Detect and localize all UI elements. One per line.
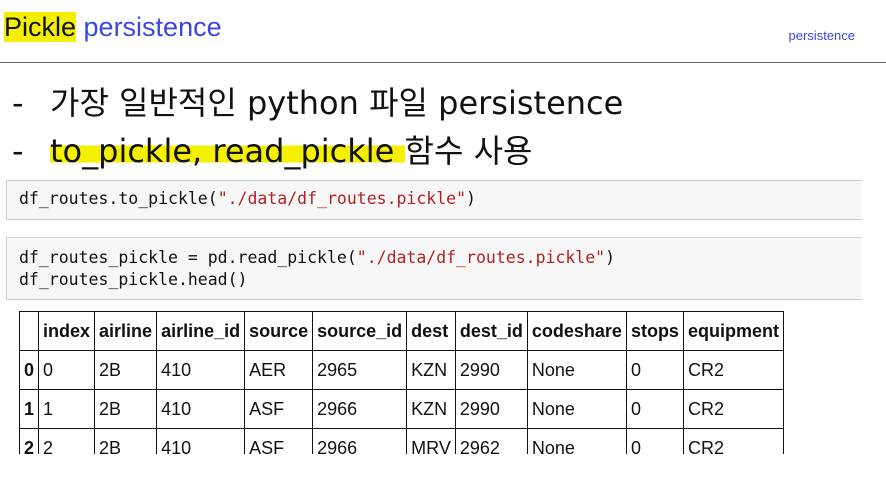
column-header: stops: [625, 311, 684, 351]
table-cell: 2B: [94, 389, 158, 429]
dataframe-output: index airline airline_id source source_i…: [18, 311, 784, 454]
corner-header: [18, 311, 40, 351]
table-cell: 0: [625, 428, 684, 454]
column-header: codeshare: [526, 311, 627, 351]
table-cell: CR2: [682, 389, 784, 429]
table-cell: 2965: [312, 350, 408, 390]
table-cell: 0: [625, 389, 684, 429]
table-cell: 0: [625, 350, 684, 390]
table-cell: 2962: [454, 428, 528, 454]
table-cell: 2B: [94, 428, 158, 454]
table-cell: 410: [156, 428, 246, 454]
column-header: source_id: [312, 311, 408, 351]
table-cell: CR2: [682, 350, 784, 390]
column-header: airline_id: [156, 311, 246, 351]
table-row: 0 0 2B 410 AER 2965 KZN 2990 None 0 CR2: [18, 350, 784, 390]
table-cell: 2990: [454, 350, 528, 390]
table-row: 2 2 2B 410 ASF 2966 MRV 2962 None 0 CR2: [18, 428, 784, 454]
table-cell: None: [526, 389, 627, 429]
column-header: dest_id: [454, 311, 528, 351]
row-index: 0: [18, 350, 40, 390]
table-cell: 0: [38, 350, 96, 390]
table-cell: 2B: [94, 350, 158, 390]
table-cell: 410: [156, 389, 246, 429]
table-cell: ASF: [244, 389, 314, 429]
table-cell: AER: [244, 350, 314, 390]
column-header: source: [244, 311, 314, 351]
column-header: equipment: [682, 311, 784, 351]
table-cell: CR2: [682, 428, 784, 454]
table-cell: KZN: [406, 389, 456, 429]
column-header: index: [38, 311, 96, 351]
table-cell: ASF: [244, 428, 314, 454]
table-cell: 2966: [312, 428, 408, 454]
column-header: airline: [94, 311, 158, 351]
table-cell: MRV: [406, 428, 456, 454]
table-header-row: index airline airline_id source source_i…: [18, 311, 784, 351]
table-viewport: index airline airline_id source source_i…: [0, 0, 886, 454]
table-cell: None: [526, 350, 627, 390]
table-cell: KZN: [406, 350, 456, 390]
table-row: 1 1 2B 410 ASF 2966 KZN 2990 None 0 CR2: [18, 389, 784, 429]
table-cell: None: [526, 428, 627, 454]
row-index: 2: [18, 428, 40, 454]
column-header: dest: [406, 311, 456, 351]
table-cell: 2990: [454, 389, 528, 429]
table-cell: 2966: [312, 389, 408, 429]
table-cell: 410: [156, 350, 246, 390]
row-index: 1: [18, 389, 40, 429]
table-cell: 2: [38, 428, 96, 454]
table-cell: 1: [38, 389, 96, 429]
